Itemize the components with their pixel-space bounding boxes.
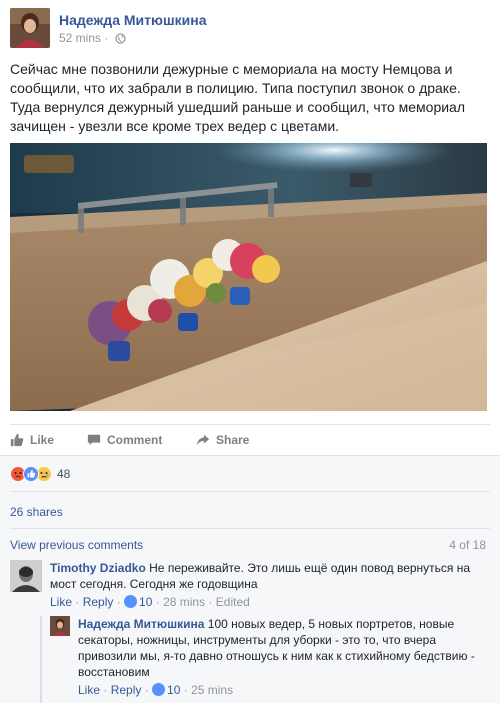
post-header: Надежда Митюшкина 52 mins ·	[10, 8, 490, 48]
feedback-section: 48 26 shares View previous comments 4 of…	[0, 455, 500, 703]
post-meta: 52 mins ·	[59, 31, 126, 45]
post-time[interactable]: 52 mins	[59, 31, 101, 45]
post-photo[interactable]	[10, 143, 487, 411]
comment-like-count[interactable]: 10	[139, 595, 152, 609]
comment-bubble-icon	[87, 434, 101, 446]
divider	[10, 528, 490, 529]
comments-count: 4 of 18	[449, 538, 486, 552]
commenter-avatar[interactable]	[10, 560, 42, 592]
author-name[interactable]: Надежда Митюшкина	[59, 12, 206, 28]
comment-body: Timothy Dziadko Не переживайте. Это лишь…	[50, 560, 490, 610]
comment-like-link[interactable]: Like	[50, 595, 72, 609]
commenter-name[interactable]: Надежда Митюшкина	[78, 617, 204, 631]
comment-button-label: Comment	[107, 433, 163, 447]
comment-content: Timothy Dziadko Не переживайте. Это лишь…	[50, 560, 490, 592]
comment-footer: Like · Reply · 10 · 25 mins	[78, 683, 234, 697]
like-button-label: Like	[30, 433, 55, 447]
reactions-count: 48	[57, 467, 71, 481]
comment-time[interactable]: 25 mins	[191, 683, 233, 697]
thumbs-up-icon	[10, 433, 24, 447]
facebook-post: Надежда Митюшкина 52 mins · Сейчас мне п…	[0, 0, 500, 703]
comment-like-count[interactable]: 10	[167, 683, 180, 697]
meta-separator: ·	[104, 31, 109, 45]
commenter-name[interactable]: Timothy Dziadko	[50, 561, 146, 575]
like-icon	[23, 466, 39, 482]
share-button-label: Share	[216, 433, 250, 447]
post-text: Сейчас мне позвонили дежурные с мемориал…	[10, 61, 466, 134]
share-button[interactable]: Share	[196, 433, 249, 447]
like-badge-icon	[124, 595, 138, 608]
comment-body: Надежда Митюшкина 100 новых ведер, 5 нов…	[78, 616, 478, 698]
view-previous-comments-link[interactable]: View previous comments	[10, 538, 143, 552]
comment-reply-link[interactable]: Reply	[111, 683, 142, 697]
comment-time[interactable]: 28 mins	[163, 595, 205, 609]
reactions-summary[interactable]: 48	[10, 465, 70, 483]
comment-reply-link[interactable]: Reply	[83, 595, 114, 609]
comment-edited[interactable]: Edited	[216, 595, 250, 609]
comment-button[interactable]: Comment	[87, 433, 162, 447]
comment-footer: Like · Reply · 10 · 28 mins · Edited	[50, 595, 250, 609]
comment: Timothy Dziadko Не переживайте. Это лишь…	[10, 560, 490, 612]
globe-icon[interactable]	[115, 33, 126, 44]
post-action-bar: Like Comment Share	[10, 424, 490, 454]
like-button[interactable]: Like	[10, 433, 54, 447]
divider	[10, 491, 490, 492]
author-avatar[interactable]	[10, 8, 50, 48]
reply-thread-line	[40, 616, 42, 703]
comment-like-link[interactable]: Like	[78, 683, 100, 697]
commenter-avatar[interactable]	[50, 616, 70, 636]
shares-link[interactable]: 26 shares	[10, 505, 63, 519]
like-badge-icon	[152, 683, 166, 696]
comment-content: Надежда Митюшкина 100 новых ведер, 5 нов…	[78, 616, 478, 680]
share-arrow-icon	[196, 434, 210, 446]
comment-reply: Надежда Митюшкина 100 новых ведер, 5 нов…	[50, 616, 490, 702]
